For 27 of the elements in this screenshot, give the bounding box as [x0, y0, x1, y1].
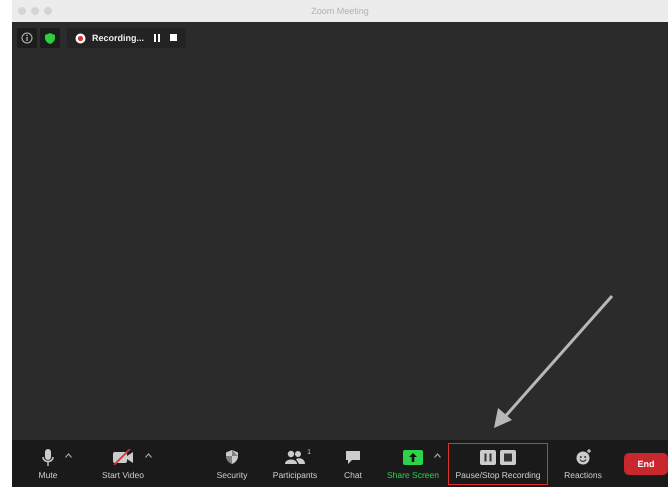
pause-icon[interactable]	[153, 34, 162, 42]
shield-icon[interactable]	[40, 28, 60, 48]
video-off-icon	[112, 449, 134, 465]
recording-button[interactable]: Pause/Stop Recording	[448, 442, 548, 484]
people-icon	[285, 450, 305, 464]
security-button[interactable]: Security	[202, 442, 262, 484]
caret-icon[interactable]	[145, 452, 152, 458]
video-button[interactable]: Start Video	[78, 442, 168, 484]
info-icon[interactable]	[17, 28, 37, 48]
share-screen-icon	[403, 450, 423, 464]
microphone-icon	[42, 448, 54, 466]
end-button[interactable]: End	[624, 452, 668, 474]
stop-icon[interactable]	[170, 34, 178, 42]
chat-icon	[345, 450, 361, 464]
reactions-button[interactable]: Reactions	[548, 442, 618, 484]
stop-icon	[500, 450, 516, 464]
record-icon	[75, 32, 86, 44]
shield-icon	[225, 449, 239, 465]
pause-icon	[480, 450, 496, 464]
chat-button[interactable]: Chat	[328, 442, 378, 484]
caret-icon[interactable]	[434, 452, 441, 458]
mic-button[interactable]: Mute	[18, 442, 78, 484]
smiley-icon	[574, 449, 592, 465]
caret-icon[interactable]	[65, 452, 72, 458]
share-button[interactable]: Share Screen	[378, 442, 448, 484]
recording-indicator: Recording...	[67, 28, 186, 48]
window-title: Zoom Meeting	[311, 6, 369, 16]
